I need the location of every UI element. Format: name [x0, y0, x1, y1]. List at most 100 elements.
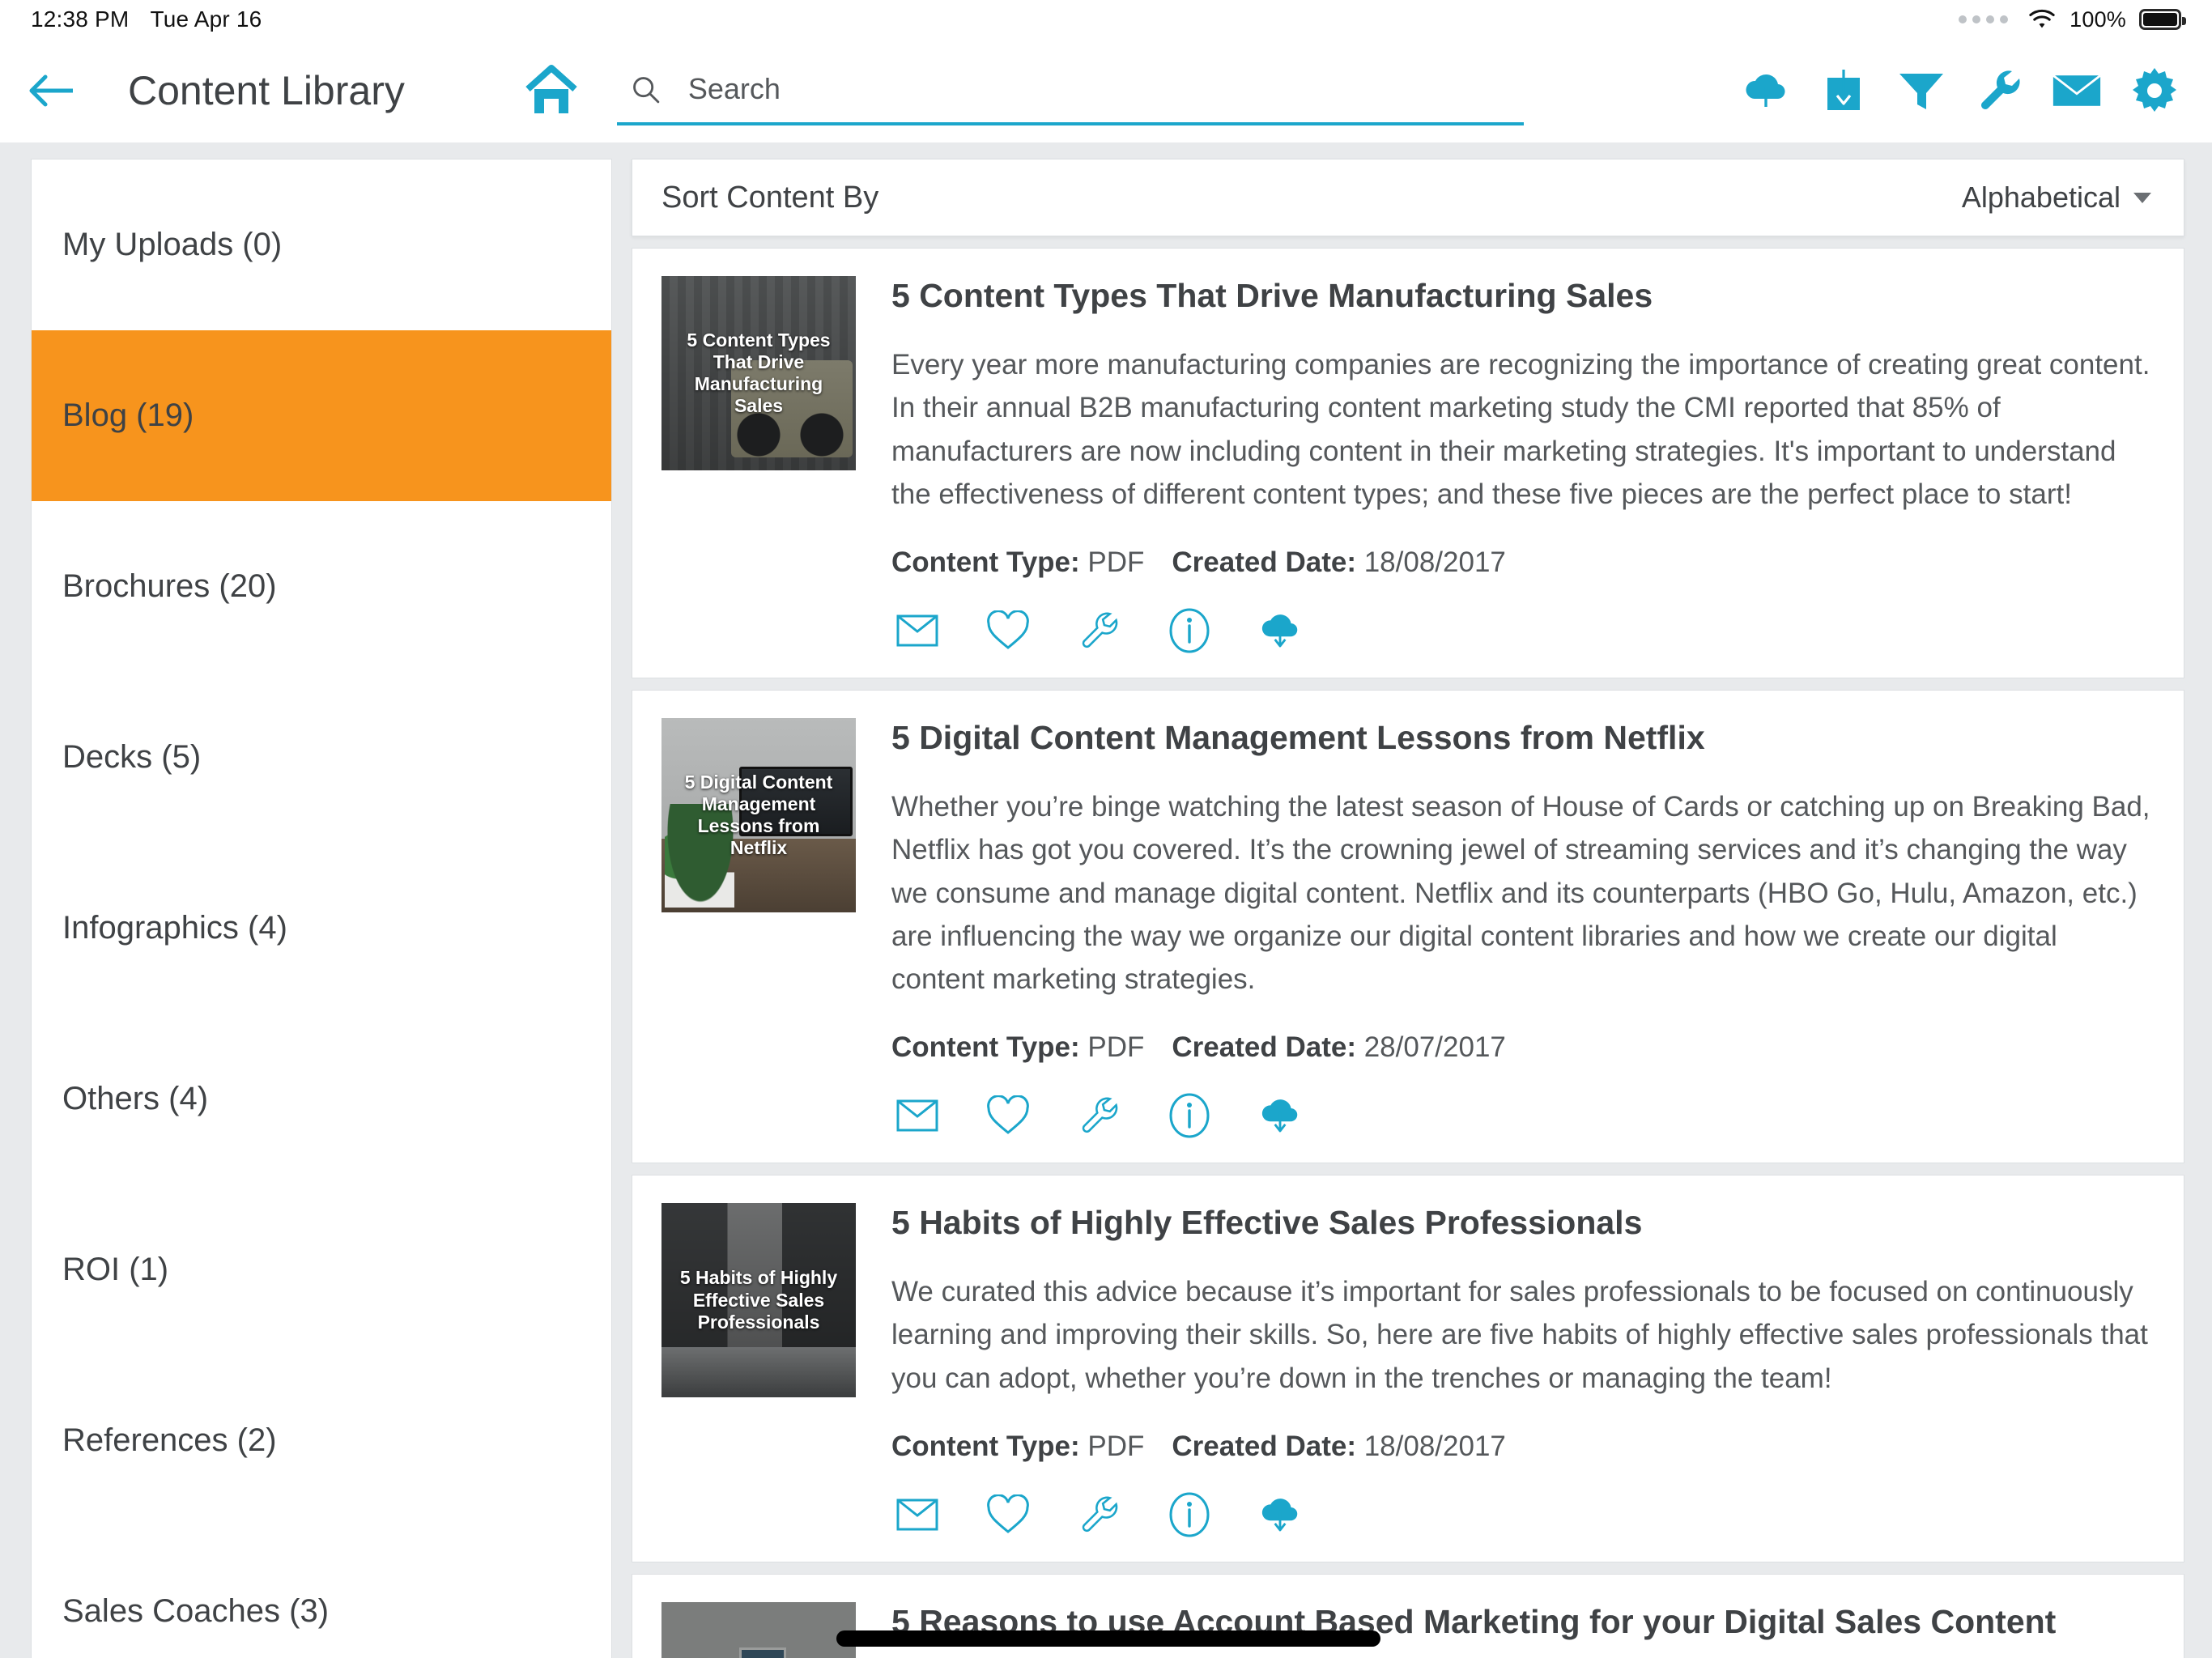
cloud-upload-icon[interactable]	[1741, 66, 1791, 116]
content-thumbnail[interactable]: 5 Habits of Highly Effective Sales Profe…	[661, 1203, 856, 1398]
cloud-download-icon[interactable]	[1257, 1492, 1303, 1537]
sidebar-item-label: Brochures (20)	[62, 568, 277, 604]
content-type-value: PDF	[1087, 1430, 1145, 1462]
info-icon[interactable]	[1167, 608, 1212, 653]
wrench-icon[interactable]	[1076, 1492, 1121, 1537]
content-card-body: 5 Digital Content Management Lessons fro…	[891, 718, 2151, 1138]
cloud-download-icon[interactable]	[1257, 608, 1303, 653]
wifi-icon	[2027, 9, 2057, 30]
sidebar-item-brochures[interactable]: Brochures (20)	[32, 501, 611, 672]
content-meta: Content Type: PDF Created Date: 18/08/201…	[891, 546, 2151, 579]
home-icon[interactable]	[525, 65, 578, 117]
content-list-panel: Sort Content By Alphabetical 5 Content T…	[632, 159, 2184, 1658]
content-title[interactable]: 5 Habits of Highly Effective Sales Profe…	[891, 1203, 2151, 1243]
header-icon-group	[1741, 66, 2212, 116]
thumbnail-overlay-text: 5 Digital Content Management Lessons fro…	[684, 771, 833, 859]
sort-label: Sort Content By	[661, 180, 879, 215]
chevron-down-icon	[2133, 192, 2151, 203]
back-arrow-icon[interactable]	[8, 70, 97, 112]
status-left: 12:38 PM Tue Apr 16	[31, 6, 262, 32]
battery-percent: 100%	[2069, 6, 2126, 32]
content-title[interactable]: 5 Content Types That Drive Manufacturing…	[891, 276, 2151, 316]
content-title[interactable]: 5 Digital Content Management Lessons fro…	[891, 718, 2151, 758]
sidebar-item-label: Sales Coaches (3)	[62, 1593, 330, 1629]
email-icon[interactable]	[895, 1492, 940, 1537]
content-thumbnail[interactable]: 5 Digital Content Management Lessons fro…	[661, 717, 856, 912]
gear-icon[interactable]	[2129, 66, 2180, 116]
signal-dots-icon	[1959, 15, 2009, 23]
filter-funnel-icon[interactable]	[1896, 66, 1946, 116]
content-type-label: Content Type:	[891, 1430, 1080, 1462]
content-thumbnail[interactable]: 5 Content Types That Drive Manufacturing…	[661, 276, 856, 470]
content-thumbnail[interactable]: 5 Reasons to use ABM for your Digital Sa…	[661, 1601, 856, 1658]
content-type-field: Content Type: PDF	[891, 546, 1144, 579]
info-icon[interactable]	[1167, 1492, 1212, 1537]
created-date-field: Created Date: 18/08/2017	[1172, 1431, 1505, 1463]
info-icon[interactable]	[1167, 1093, 1212, 1138]
wrench-icon[interactable]	[1076, 1093, 1121, 1138]
content-action-bar	[891, 1093, 2151, 1138]
sidebar-item-label: References (2)	[62, 1422, 277, 1458]
sidebar-item-label: Blog (19)	[62, 397, 194, 433]
content-description: We curated this advice because it’s impo…	[891, 1276, 2148, 1394]
category-sidebar: My Uploads (0) Blog (19) Brochures (20) Dec…	[31, 159, 612, 1658]
content-description: Whether you’re binge watching the latest…	[891, 791, 2150, 995]
sort-selected-value: Alphabetical	[1961, 181, 2121, 214]
download-box-icon[interactable]	[1819, 66, 1869, 116]
status-date: Tue Apr 16	[150, 6, 262, 32]
status-right: 100%	[1959, 6, 2186, 32]
envelope-icon[interactable]	[2052, 66, 2102, 116]
sidebar-item-roi[interactable]: ROI (1)	[32, 1184, 611, 1355]
cloud-download-icon[interactable]	[1257, 1093, 1303, 1138]
content-card[interactable]: 5 Habits of Highly Effective Sales Profe…	[632, 1175, 2184, 1562]
sort-bar: Sort Content By Alphabetical	[632, 159, 2184, 236]
wrench-icon[interactable]	[1974, 66, 2024, 116]
content-meta: Content Type: PDF Created Date: 28/07/201…	[891, 1031, 2151, 1064]
content-card-body: 5 Habits of Highly Effective Sales Profe…	[891, 1203, 2151, 1537]
sidebar-item-decks[interactable]: Decks (5)	[32, 672, 611, 843]
email-icon[interactable]	[895, 608, 940, 653]
search-bar[interactable]	[616, 56, 1524, 125]
sidebar-item-label: Decks (5)	[62, 739, 202, 775]
sidebar-item-label: Infographics (4)	[62, 910, 287, 946]
battery-full-icon	[2139, 9, 2186, 30]
created-date-field: Created Date: 18/08/2017	[1172, 546, 1505, 579]
content-type-field: Content Type: PDF	[891, 1031, 1144, 1064]
page-title: Content Library	[128, 68, 405, 113]
sidebar-item-others[interactable]: Others (4)	[32, 1014, 611, 1184]
content-card[interactable]: 5 Content Types That Drive Manufacturing…	[632, 248, 2184, 678]
sort-dropdown[interactable]: Alphabetical	[1962, 181, 2151, 215]
thumbnail-overlay-text: 5 Habits of Highly Effective Sales Profe…	[679, 1267, 838, 1333]
created-date-field: Created Date: 28/07/2017	[1172, 1031, 1505, 1064]
app-header: Content Library	[0, 39, 2212, 142]
wrench-icon[interactable]	[1076, 608, 1121, 653]
sidebar-item-blog[interactable]: Blog (19)	[32, 330, 611, 501]
sidebar-item-label: Others (4)	[62, 1081, 209, 1116]
content-type-value: PDF	[1087, 546, 1145, 578]
content-action-bar	[891, 1492, 2151, 1537]
sidebar-item-infographics[interactable]: Infographics (4)	[32, 843, 611, 1014]
content-action-bar	[891, 608, 2151, 653]
content-type-label: Content Type:	[891, 546, 1080, 578]
content-card-body: 5 Content Types That Drive Manufacturing…	[891, 276, 2151, 653]
thumbnail-overlay-text: 5 Content Types That Drive Manufacturing…	[687, 329, 831, 417]
sidebar-item-references[interactable]: References (2)	[32, 1355, 611, 1526]
content-type-field: Content Type: PDF	[891, 1431, 1144, 1463]
created-date-label: Created Date:	[1172, 1031, 1356, 1064]
thumbnail-overlay-text: 5 Reasons to use ABM for your Digital Sa…	[661, 1656, 856, 1658]
content-card[interactable]: 5 Digital Content Management Lessons fro…	[632, 689, 2184, 1164]
search-input[interactable]	[687, 72, 1482, 106]
search-icon	[630, 74, 661, 104]
sidebar-item-sales-coaches[interactable]: Sales Coaches (3)	[32, 1526, 611, 1658]
content-card-list: 5 Content Types That Drive Manufacturing…	[632, 248, 2184, 1658]
content-type-value: PDF	[1087, 1031, 1145, 1064]
content-type-label: Content Type:	[891, 1031, 1080, 1064]
email-icon[interactable]	[895, 1093, 940, 1138]
home-indicator[interactable]	[836, 1630, 1380, 1647]
created-date-value: 18/08/2017	[1363, 546, 1506, 578]
sidebar-item-my-uploads[interactable]: My Uploads (0)	[32, 159, 611, 330]
heart-icon[interactable]	[985, 608, 1031, 653]
heart-icon[interactable]	[985, 1093, 1031, 1138]
created-date-label: Created Date:	[1172, 546, 1356, 578]
heart-icon[interactable]	[985, 1492, 1031, 1537]
